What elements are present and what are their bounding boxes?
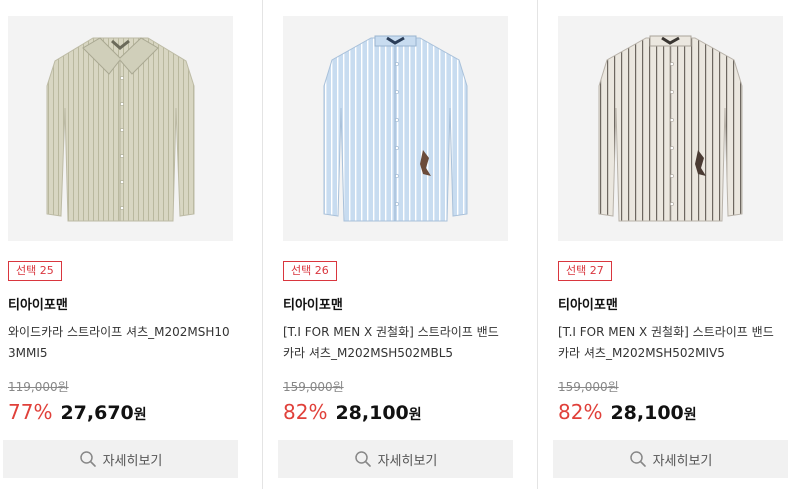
sale-price: 27,670 <box>60 402 134 424</box>
detail-view-button[interactable]: 자세히보기 <box>3 440 238 478</box>
sale-price: 28,100 <box>610 402 684 424</box>
price-row: 82% 28,100원 <box>558 400 697 428</box>
detail-view-button[interactable]: 자세히보기 <box>553 440 788 478</box>
column-divider <box>537 0 538 489</box>
currency-label: 원 <box>683 407 697 423</box>
product-title[interactable]: 와이드카라 스트라이프 셔츠_M202MSH103MMI5 <box>8 322 234 364</box>
search-icon <box>354 451 371 467</box>
product-card[interactable]: 선택 25 티아이포맨 와이드카라 스트라이프 셔츠_M202MSH103MMI… <box>3 0 243 489</box>
column-divider <box>262 0 263 489</box>
price-row: 82% 28,100원 <box>283 400 422 428</box>
selection-badge: 선택 25 <box>8 261 62 281</box>
currency-label: 원 <box>408 407 422 423</box>
brand-name[interactable]: 티아이포맨 <box>558 294 618 313</box>
detail-view-button[interactable]: 자세히보기 <box>278 440 513 478</box>
brand-name[interactable]: 티아이포맨 <box>8 294 68 313</box>
shirt-image <box>598 35 743 222</box>
search-icon <box>79 451 96 467</box>
shirt-image <box>46 37 195 222</box>
shirt-image <box>323 35 468 222</box>
detail-view-label: 자세히보기 <box>377 452 438 468</box>
product-card[interactable]: 선택 26 티아이포맨 [T.I FOR MEN X 권철화] 스트라이프 밴드… <box>278 0 518 489</box>
search-icon <box>629 451 646 467</box>
original-price: 159,000원 <box>283 380 344 394</box>
discount-rate: 82% <box>558 400 603 424</box>
brand-name[interactable]: 티아이포맨 <box>283 294 343 313</box>
selection-badge: 선택 27 <box>558 261 612 281</box>
product-image[interactable] <box>283 16 508 241</box>
selection-badge: 선택 26 <box>283 261 337 281</box>
product-grid: 선택 25 티아이포맨 와이드카라 스트라이프 셔츠_M202MSH103MMI… <box>0 0 793 489</box>
original-price: 119,000원 <box>8 380 69 394</box>
product-title[interactable]: [T.I FOR MEN X 권철화] 스트라이프 밴드카라 셔츠_M202MS… <box>558 322 784 364</box>
product-title[interactable]: [T.I FOR MEN X 권철화] 스트라이프 밴드카라 셔츠_M202MS… <box>283 322 509 364</box>
discount-rate: 77% <box>8 400 53 424</box>
product-card[interactable]: 선택 27 티아이포맨 [T.I FOR MEN X 권철화] 스트라이프 밴드… <box>553 0 793 489</box>
sale-price: 28,100 <box>335 402 409 424</box>
discount-rate: 82% <box>283 400 328 424</box>
price-row: 77% 27,670원 <box>8 400 147 428</box>
original-price: 159,000원 <box>558 380 619 394</box>
product-image[interactable] <box>558 16 783 241</box>
detail-view-label: 자세히보기 <box>102 452 163 468</box>
product-image[interactable] <box>8 16 233 241</box>
currency-label: 원 <box>133 407 147 423</box>
detail-view-label: 자세히보기 <box>652 452 713 468</box>
